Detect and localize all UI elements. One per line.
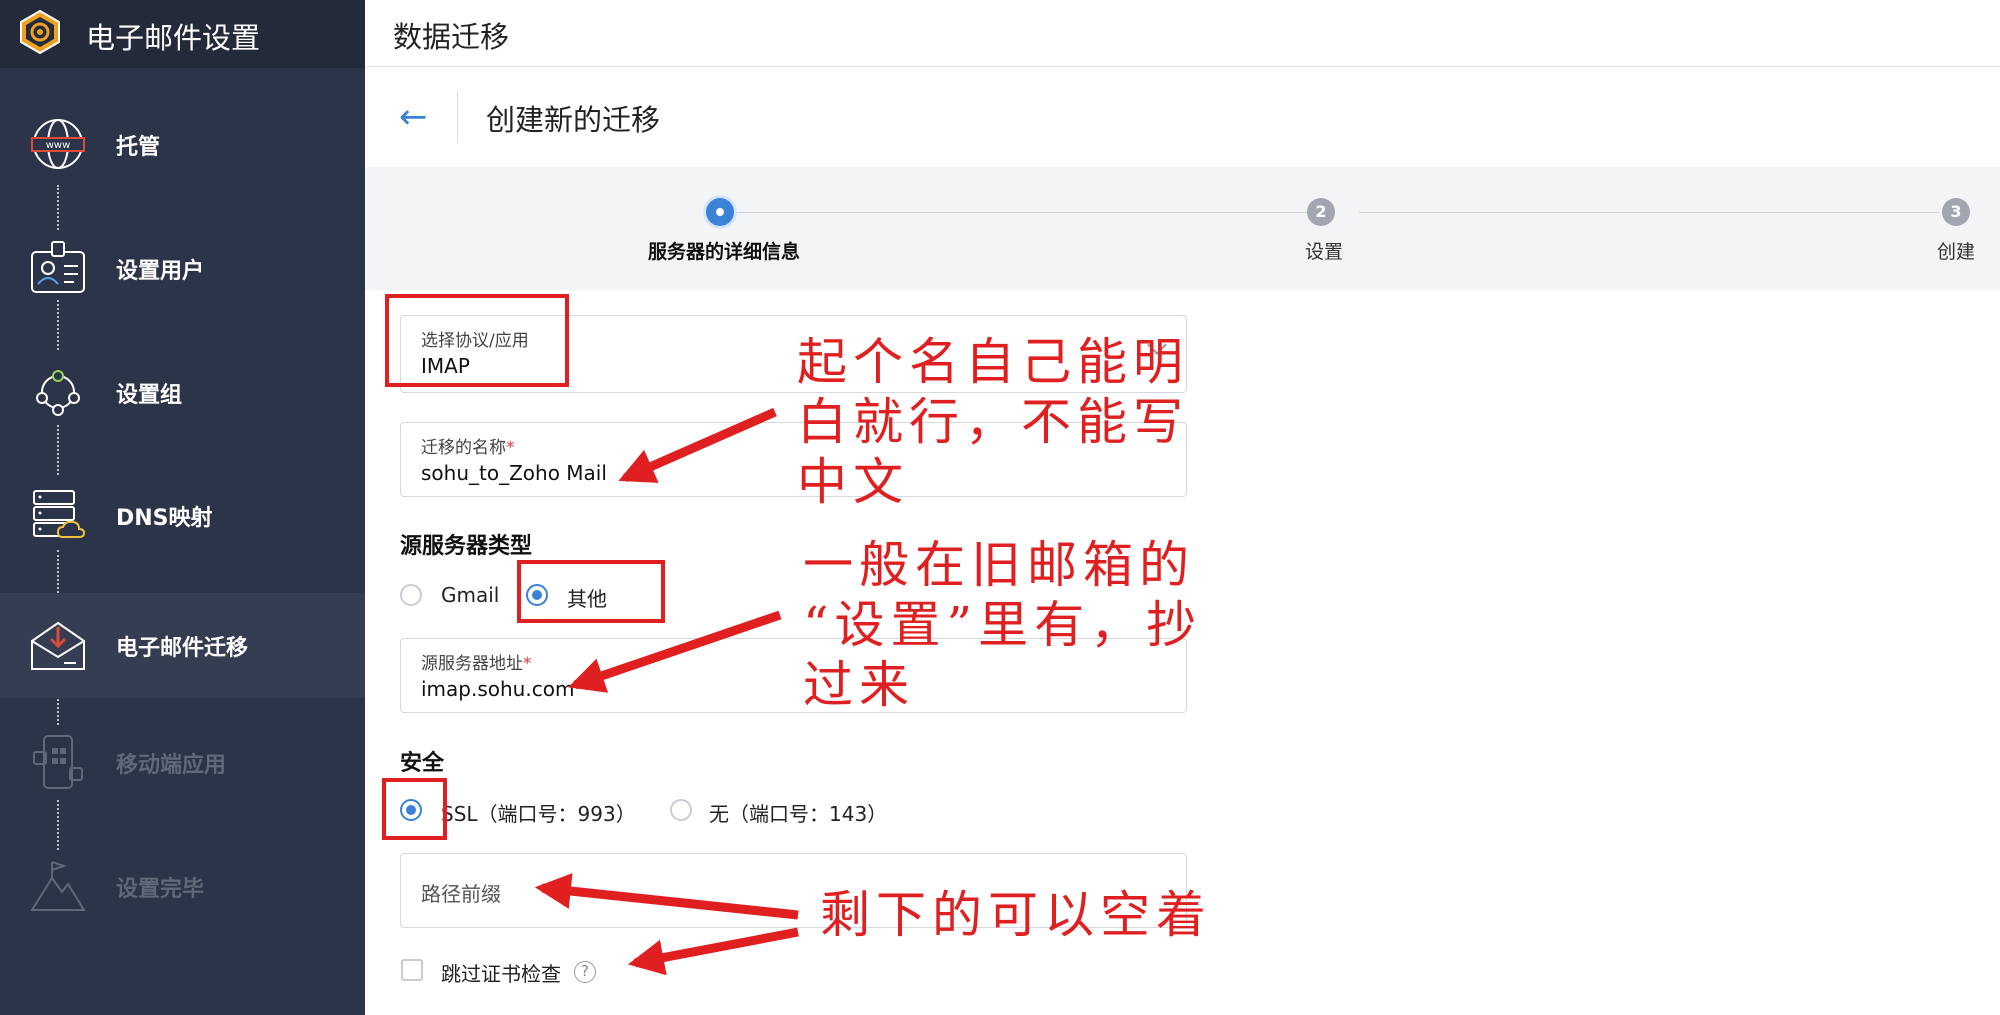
skip-cert-checkbox[interactable] <box>401 959 423 981</box>
sidebar-item-label: 托管 <box>116 135 161 160</box>
step-1-dot <box>706 198 734 226</box>
server-address-label: 源服务器地址* <box>421 649 532 674</box>
skip-cert-label: 跳过证书检查 <box>441 962 561 986</box>
server-address-value: imap.sohu.com <box>421 677 575 701</box>
sidebar-item-label: DNS映射 <box>116 506 213 531</box>
sidebar-item-mobile-apps[interactable]: 移动端应用 <box>0 710 365 815</box>
migration-name-label-text: 迁移的名称 <box>421 438 506 458</box>
step-3-label: 创建 <box>1937 241 1976 263</box>
annotation-server-tip: 一般在旧邮箱的 “设置”里有，抄 过来 <box>803 536 1203 714</box>
stepper: 服务器的详细信息 2 设置 3 创建 <box>365 167 2000 290</box>
step-3-dot: 3 <box>1942 198 1970 226</box>
path-prefix-placeholder: 路径前缀 <box>421 882 501 906</box>
annotation-name-tip: 起个名自己能明 白就行，不能写 中文 <box>797 333 1189 511</box>
migration-name-value: sohu_to_Zoho Mail <box>421 461 607 485</box>
svg-text:www: www <box>46 140 71 151</box>
mobile-app-icon <box>33 735 83 789</box>
step-1-label: 服务器的详细信息 <box>648 241 801 263</box>
step-2-label: 设置 <box>1305 241 1344 263</box>
sidebar-item-label: 移动端应用 <box>116 753 227 778</box>
migration-name-label: 迁移的名称* <box>421 433 515 458</box>
settings-logo-icon <box>20 9 60 55</box>
source-type-title: 源服务器类型 <box>400 534 533 559</box>
radio-none[interactable] <box>670 799 692 821</box>
security-title: 安全 <box>400 751 445 776</box>
app-header: 电子邮件设置 <box>0 0 365 68</box>
mountain-flag-icon <box>30 861 86 911</box>
www-globe-icon: www <box>31 119 85 169</box>
step-line <box>734 212 1327 213</box>
help-icon[interactable]: ? <box>574 961 596 983</box>
server-address-label-text: 源服务器地址 <box>421 654 523 674</box>
mail-migration-icon <box>31 621 85 670</box>
sidebar-item-setup-complete[interactable]: 设置完毕 <box>0 834 365 939</box>
sidebar-item-setup-users[interactable]: 设置用户 <box>0 216 365 321</box>
sidebar-item-label: 设置组 <box>116 383 183 408</box>
radio-gmail[interactable] <box>400 584 422 606</box>
sidebar-item-label: 电子邮件迁移 <box>116 636 249 661</box>
highlight-box-other <box>517 560 665 623</box>
sidebar-item-label: 设置完毕 <box>116 877 205 902</box>
radio-gmail-label: Gmail <box>441 583 500 607</box>
required-mark: * <box>523 654 532 674</box>
sidebar-item-label: 设置用户 <box>116 259 205 284</box>
sidebar: 电子邮件设置 www 托管 设置用户 设置组 DNS映射 电子邮件迁移 移动端应… <box>0 0 365 1015</box>
sidebar-item-email-migration[interactable]: 电子邮件迁移 <box>0 593 365 698</box>
sub-header: ← 创建新的迁移 <box>365 67 2000 167</box>
highlight-box-ssl <box>382 778 447 840</box>
step-line <box>1359 212 1939 213</box>
page-title: 数据迁移 <box>393 20 510 54</box>
step-2-dot: 2 <box>1307 198 1335 226</box>
sidebar-item-dns-mapping[interactable]: DNS映射 <box>0 463 365 568</box>
radio-none-label: 无（端口号：143） <box>709 802 888 826</box>
sidebar-item-setup-groups[interactable]: 设置组 <box>0 340 365 445</box>
required-mark: * <box>506 438 515 458</box>
user-card-icon <box>31 241 85 293</box>
user-group-icon <box>36 370 80 416</box>
back-arrow-icon[interactable]: ← <box>399 100 428 134</box>
app-title: 电子邮件设置 <box>86 21 261 55</box>
divider <box>457 91 458 143</box>
dns-server-icon <box>33 490 86 538</box>
sub-title: 创建新的迁移 <box>486 103 661 137</box>
top-bar: 数据迁移 <box>365 0 2000 67</box>
highlight-box-protocol <box>385 294 569 387</box>
radio-ssl-label: SSL（端口号：993） <box>441 802 636 826</box>
annotation-empty-tip: 剩下的可以空着 <box>820 886 1212 944</box>
sidebar-item-hosting[interactable]: www 托管 <box>0 92 365 197</box>
